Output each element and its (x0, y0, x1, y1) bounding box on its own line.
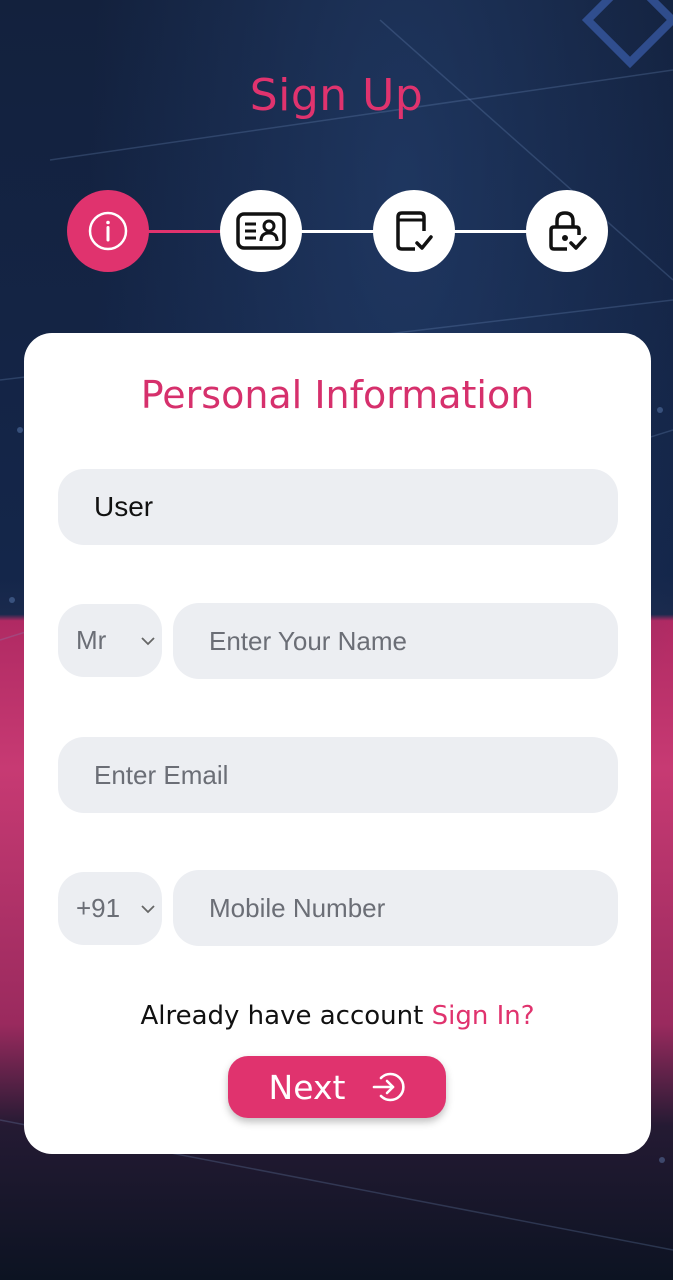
name-placeholder: Enter Your Name (209, 625, 408, 656)
step-security[interactable] (526, 190, 608, 272)
step-personal-info[interactable] (67, 190, 149, 272)
user-type-field[interactable]: User (58, 469, 618, 545)
signin-prompt-row: Already have account Sign In? (24, 1001, 651, 1031)
mobile-input[interactable]: Mobile Number (173, 870, 618, 946)
signin-prompt-text: Already have account (140, 1001, 424, 1031)
next-button-label: Next (268, 1067, 346, 1107)
personal-info-card: Personal Information User Mr Enter Your … (24, 333, 651, 1154)
next-button[interactable]: Next (228, 1056, 446, 1118)
step-connector (452, 230, 528, 233)
chevron-down-icon (141, 636, 155, 645)
phone-verified-icon (396, 211, 433, 251)
chevron-down-icon (141, 904, 155, 913)
name-input[interactable]: Enter Your Name (173, 603, 618, 679)
email-placeholder: Enter Email (94, 759, 229, 790)
signup-stepper (0, 190, 673, 274)
salutation-select[interactable]: Mr (58, 604, 162, 677)
step-mobile-verify[interactable] (373, 190, 455, 272)
info-icon (88, 211, 128, 251)
step-connector (300, 230, 376, 233)
step-connector (148, 230, 224, 233)
country-code-select[interactable]: +91 (58, 872, 162, 945)
country-code-value: +91 (76, 893, 121, 923)
user-type-value: User (94, 491, 154, 522)
lock-check-icon (549, 211, 587, 251)
id-card-icon (236, 212, 286, 250)
signin-link[interactable]: Sign In? (432, 1001, 535, 1031)
email-input[interactable]: Enter Email (58, 737, 618, 813)
page-title: Sign Up (249, 70, 424, 121)
mobile-placeholder: Mobile Number (209, 892, 386, 923)
salutation-value: Mr (76, 625, 107, 655)
step-identity[interactable] (220, 190, 302, 272)
card-title: Personal Information (140, 373, 535, 417)
arrow-right-circle-icon (373, 1072, 406, 1102)
